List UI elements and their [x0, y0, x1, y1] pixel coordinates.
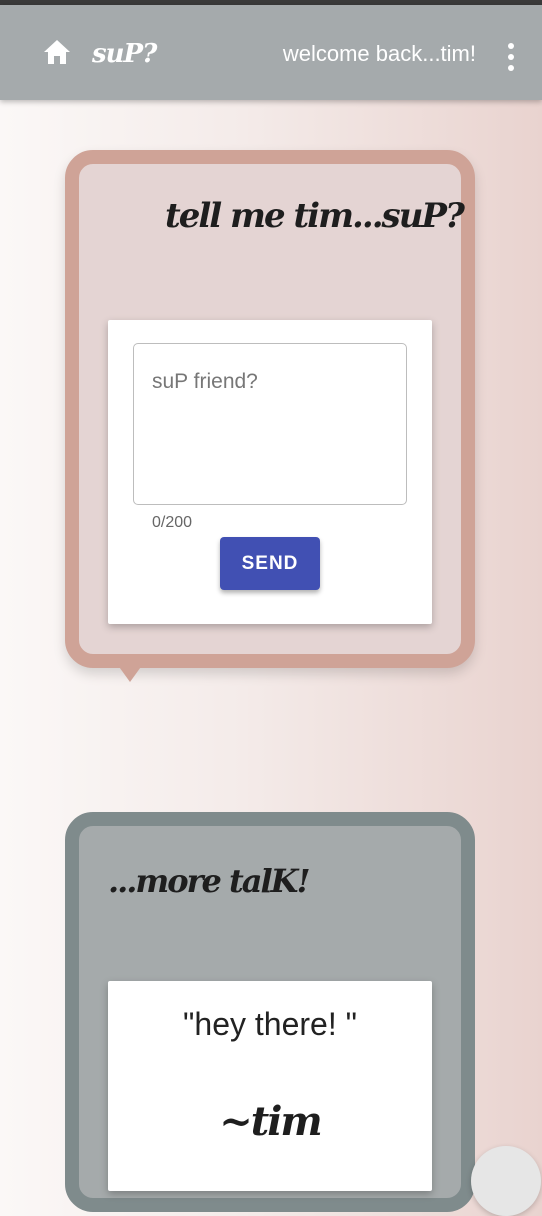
more-vert-icon-dot — [508, 54, 514, 60]
message-author: ~tim — [219, 1098, 323, 1145]
compose-title: tell me tim...suP? — [165, 196, 465, 236]
send-button[interactable]: SEND — [220, 537, 320, 590]
more-menu-button[interactable] — [498, 39, 524, 75]
message-placeholder: suP friend? — [152, 370, 258, 393]
floating-action-button[interactable] — [471, 1146, 541, 1216]
app-bar: suP? welcome back...tim! — [0, 5, 542, 100]
more-vert-icon-dot — [508, 65, 514, 71]
home-button[interactable] — [40, 35, 74, 69]
more-vert-icon — [508, 43, 514, 49]
welcome-message: welcome back...tim! — [282, 41, 476, 66]
message-text: "hey there! " — [183, 1006, 357, 1042]
feed-title: ...more talK! — [108, 862, 311, 900]
character-counter: 0/200 — [152, 514, 193, 531]
message-input[interactable] — [133, 343, 407, 505]
home-icon — [44, 40, 70, 64]
speech-bubble-tail — [117, 664, 143, 682]
brand-logo[interactable]: suP? — [92, 39, 157, 69]
